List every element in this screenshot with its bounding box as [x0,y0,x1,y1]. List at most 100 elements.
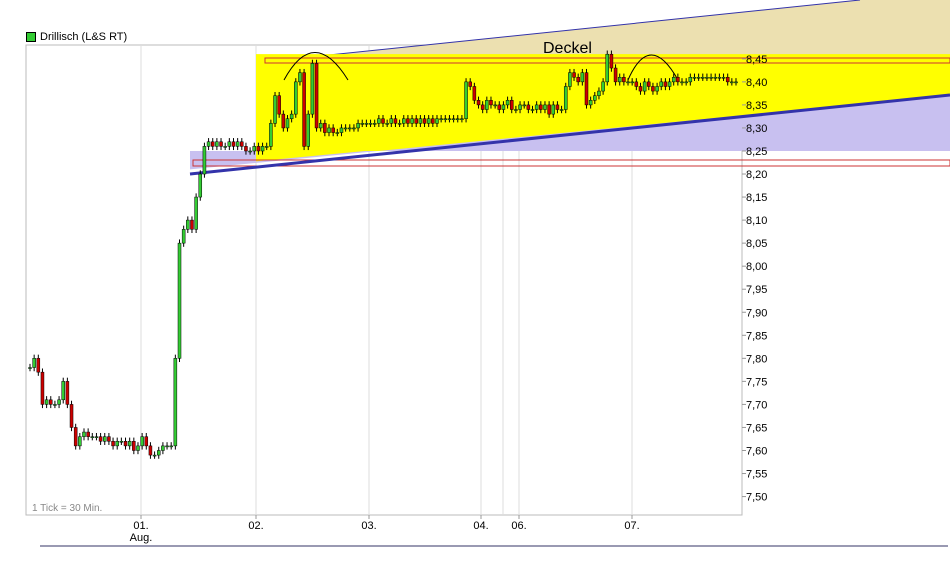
candle-body [360,123,364,125]
candle-body [543,104,547,110]
candle-body [397,123,402,125]
candle-body [426,118,431,124]
candle-body [493,104,497,107]
candle-body [65,381,70,405]
candle-body [713,77,717,79]
y-tick-label: 7,70 [746,399,767,411]
y-tick-label: 8,45 [746,54,767,66]
candle-body [468,81,472,87]
candle-body [667,81,672,87]
candle-body [572,72,576,78]
candle-body [215,141,219,147]
y-tick-label: 7,80 [746,353,767,365]
y-tick-label: 8,30 [746,123,767,135]
candle-body [422,118,427,124]
candle-body [82,431,86,437]
candle-body [584,72,589,106]
candle-body [634,81,639,87]
candle-body [563,86,568,110]
candle-body [410,118,414,124]
candle-body [431,118,435,124]
candle-body [721,77,726,79]
candle-body [655,86,659,92]
candle-body [323,123,327,133]
candle-body [119,441,124,443]
candle-body [198,173,203,198]
y-tick-label: 8,35 [746,100,767,112]
candle-body [219,141,223,147]
candle-body [103,436,107,442]
candle-body [576,77,580,83]
candle-body [115,441,119,447]
y-tick-label: 7,95 [746,284,767,296]
candle-body [231,141,236,147]
candle-body [663,81,668,87]
candle-body [144,436,149,447]
legend-label: Drillisch (L&S RT) [40,31,128,43]
y-tick-label: 8,00 [746,261,767,273]
candle-body [385,123,389,125]
candle-body [264,146,269,148]
candle-body [53,404,57,406]
y-tick-label: 8,25 [746,146,767,158]
y-tick-label: 7,75 [746,376,767,388]
candle-body [534,104,539,110]
candle-body [314,63,319,129]
candle-body [613,67,618,83]
candle-body [28,367,32,369]
candle-body [597,90,601,96]
candle-body [186,219,190,230]
candle-body [352,127,356,130]
candle-body [709,77,713,79]
candle-body [555,104,560,110]
candle-body [622,77,626,83]
candle-body [522,104,526,107]
candle-body [181,229,186,244]
candle-body [156,450,161,456]
candle-body [705,77,709,79]
candle-body [36,358,41,373]
candle-body [148,445,153,456]
upper-wedge-fill [300,0,950,60]
candle-body [381,118,385,124]
candle-body [377,118,381,124]
candle-body [94,436,99,438]
candle-body [90,436,95,438]
candle-body [177,242,182,359]
candle-body [356,123,360,129]
candle-body [364,123,369,125]
candle-body [460,118,464,120]
y-tick-label: 8,10 [746,215,767,227]
candle-body [269,123,273,147]
candle-body [505,100,510,106]
candle-body [206,141,211,147]
candle-body [692,77,697,79]
candle-body [57,399,61,405]
candle-body [227,141,232,147]
candle-body [630,81,634,84]
candle-body [559,109,564,111]
candle-body [509,100,514,110]
candle-body [40,371,45,405]
candle-body [194,196,198,230]
candle-body [451,118,456,120]
candle-body [701,77,705,79]
candle-body [435,118,439,124]
candle-body [472,86,477,101]
candle-body [684,81,688,84]
candle-body [593,95,597,101]
y-tick-label: 8,20 [746,169,767,181]
candle-body [418,118,423,124]
candle-body [306,113,310,147]
candle-body [456,118,460,120]
candle-body [406,118,410,124]
y-tick-label: 7,90 [746,307,767,319]
candle-body [140,436,144,447]
candle-body [310,63,315,115]
candle-body [302,72,306,147]
candle-body [485,100,489,110]
x-tick-label: 02. [248,520,263,532]
candle-body [539,104,543,110]
candle-body [647,81,651,87]
candle-body [289,113,294,119]
